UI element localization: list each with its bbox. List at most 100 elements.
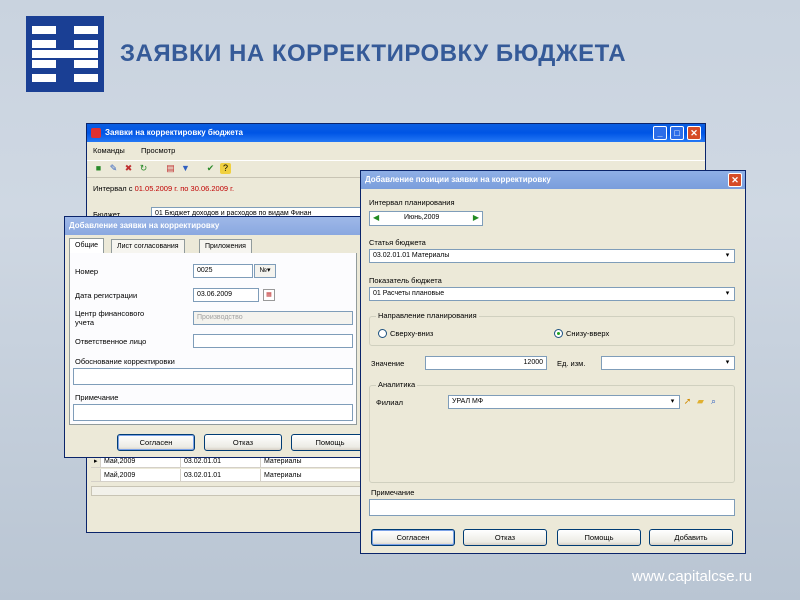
add-position-title: Добавление позиции заявки на корректиров… bbox=[365, 175, 551, 184]
interval-planning-label: Интервал планирования bbox=[369, 198, 455, 207]
table-row[interactable]: Май,2009 03.02.01.01 Материалы bbox=[91, 469, 381, 482]
position-help-button[interactable]: Помощь bbox=[557, 529, 641, 546]
justification-field[interactable] bbox=[73, 368, 353, 385]
fin-center-label: Центр финансового учета bbox=[75, 309, 145, 327]
prev-period-icon[interactable]: ◀ bbox=[373, 213, 379, 222]
folder-icon[interactable]: ▰ bbox=[695, 396, 706, 407]
reg-date-field[interactable]: 03.06.2009 bbox=[193, 288, 259, 302]
filter-icon[interactable]: ▼ bbox=[180, 163, 191, 174]
radio-top-down-label: Сверху-вниз bbox=[390, 329, 434, 338]
request-cancel-button[interactable]: Отказ bbox=[204, 434, 282, 451]
position-ok-button[interactable]: Согласен bbox=[371, 529, 455, 546]
indicator-label: Показатель бюджета bbox=[369, 276, 442, 285]
interval-line: Интервал с 01.05.2009 г. по 30.06.2009 г… bbox=[93, 184, 234, 193]
request-note-label: Примечание bbox=[75, 393, 119, 402]
row-period: Май,2009 bbox=[101, 469, 181, 482]
tab-strip: Общие Лист согласования Приложения bbox=[69, 238, 357, 254]
add-request-titlebar[interactable]: Добавление заявки на корректировку bbox=[65, 217, 361, 235]
slide-title: ЗАЯВКИ НА КОРРЕКТИРОВКУ БЮДЖЕТА bbox=[120, 40, 627, 67]
search-icon[interactable]: ⌕ bbox=[708, 396, 719, 407]
next-period-icon[interactable]: ▶ bbox=[473, 213, 479, 222]
minimize-icon[interactable]: _ bbox=[653, 126, 667, 140]
menu-view[interactable]: Просмотр bbox=[141, 146, 175, 155]
request-note-field[interactable] bbox=[73, 404, 353, 421]
branch-select[interactable]: УРАЛ МФ ▾ bbox=[448, 395, 680, 409]
row-code: 03.02.01.01 bbox=[181, 469, 261, 482]
company-logo bbox=[26, 16, 104, 92]
fin-center-field[interactable]: Производство bbox=[193, 311, 353, 325]
radio-bottom-up[interactable] bbox=[554, 329, 563, 338]
chevron-down-icon[interactable]: ▾ bbox=[666, 396, 679, 408]
help-icon[interactable]: ? bbox=[220, 163, 231, 174]
approve-icon[interactable]: ✔ bbox=[205, 163, 216, 174]
add-position-titlebar[interactable]: Добавление позиции заявки на корректиров… bbox=[361, 171, 745, 189]
direction-label: Направление планирования bbox=[376, 311, 479, 320]
interval-prefix: Интервал с bbox=[93, 184, 135, 193]
number-value: 0025 bbox=[197, 267, 213, 274]
chevron-down-icon[interactable]: ▾ bbox=[721, 250, 734, 262]
number-field[interactable]: 0025 bbox=[193, 264, 253, 278]
select-branch-icon[interactable]: ➚ bbox=[682, 396, 693, 407]
indicator-select[interactable]: 01 Расчеты плановые ▾ bbox=[369, 287, 735, 301]
radio-bottom-up-label: Снизу-вверх bbox=[566, 329, 610, 338]
value-field[interactable]: 12000 bbox=[425, 356, 547, 370]
number-badge: № bbox=[259, 267, 267, 274]
unit-label: Ед. изм. bbox=[557, 359, 586, 368]
delete-icon[interactable]: ✖ bbox=[123, 163, 134, 174]
period-navigator: ◀ Июнь,2009 ▶ bbox=[369, 211, 483, 226]
close-icon[interactable]: ✕ bbox=[687, 126, 701, 140]
indicator-value: 01 Расчеты плановые bbox=[373, 290, 445, 297]
main-window-title: Заявки на корректировку бюджета bbox=[105, 128, 243, 137]
add-request-title: Добавление заявки на корректировку bbox=[69, 221, 220, 230]
add-request-dialog: Добавление заявки на корректировку Общие… bbox=[64, 216, 369, 458]
add-icon[interactable]: ■ bbox=[93, 163, 104, 174]
budget-item-select[interactable]: 03.02.01.01 Материалы ▾ bbox=[369, 249, 735, 263]
add-position-dialog: Добавление позиции заявки на корректиров… bbox=[360, 170, 746, 554]
request-help-button[interactable]: Помощь bbox=[291, 434, 369, 451]
reg-date-label: Дата регистрации bbox=[75, 291, 138, 300]
maximize-icon[interactable]: □ bbox=[670, 126, 684, 140]
horizontal-scrollbar[interactable] bbox=[91, 486, 381, 496]
position-cancel-button[interactable]: Отказ bbox=[463, 529, 547, 546]
calendar-icon[interactable]: ▦ bbox=[263, 289, 275, 301]
number-label: Номер bbox=[75, 267, 99, 276]
reg-date-value: 03.06.2009 bbox=[197, 291, 233, 298]
period-value: Июнь,2009 bbox=[404, 214, 440, 221]
justification-label: Обоснование корректировки bbox=[75, 357, 175, 366]
responsible-field[interactable] bbox=[193, 334, 353, 348]
main-window-titlebar[interactable]: Заявки на корректировку бюджета _ □ ✕ bbox=[87, 124, 705, 142]
position-add-button[interactable]: Добавить bbox=[649, 529, 733, 546]
menu-commands[interactable]: Команды bbox=[93, 146, 125, 155]
edit-icon[interactable]: ✎ bbox=[108, 163, 119, 174]
value-label: Значение bbox=[371, 359, 405, 368]
app-icon bbox=[91, 128, 101, 138]
print-icon[interactable]: ▤ bbox=[165, 163, 176, 174]
tab-general[interactable]: Общие bbox=[69, 238, 105, 253]
website-url[interactable]: www.capitalcse.ru bbox=[632, 568, 792, 585]
unit-select[interactable]: ▾ bbox=[601, 356, 735, 370]
menu-bar: Команды Просмотр bbox=[87, 143, 705, 157]
responsible-label: Ответственное лицо bbox=[75, 337, 147, 346]
row-marker bbox=[91, 469, 101, 482]
fin-center-value: Производство bbox=[197, 314, 243, 321]
tab-approval-sheet[interactable]: Лист согласования bbox=[111, 239, 185, 253]
chevron-down-icon[interactable]: ▾ bbox=[721, 288, 734, 300]
direction-group: Направление планирования Сверху-вниз Сни… bbox=[369, 311, 735, 346]
branch-label: Филиал bbox=[376, 398, 404, 407]
close-icon[interactable]: ✕ bbox=[728, 173, 742, 187]
budget-item-value: 03.02.01.01 Материалы bbox=[373, 252, 450, 259]
position-note-label: Примечание bbox=[371, 488, 415, 497]
branch-value: УРАЛ МФ bbox=[452, 398, 484, 405]
request-ok-button[interactable]: Согласен bbox=[117, 434, 195, 451]
tab-attachments[interactable]: Приложения bbox=[199, 239, 252, 253]
interval-dates: 01.05.2009 г. по 30.06.2009 г. bbox=[134, 184, 235, 193]
radio-top-down[interactable] bbox=[378, 329, 387, 338]
number-generator-button[interactable]: №▾ bbox=[254, 264, 276, 278]
analytics-group: Аналитика Филиал УРАЛ МФ ▾ ➚ ▰ ⌕ bbox=[369, 380, 735, 483]
chevron-down-icon[interactable]: ▾ bbox=[721, 357, 734, 369]
value-value: 12000 bbox=[523, 359, 543, 366]
refresh-icon[interactable]: ↻ bbox=[138, 163, 149, 174]
budget-item-label: Статья бюджета bbox=[369, 238, 426, 247]
position-note-field[interactable] bbox=[369, 499, 735, 516]
analytics-label: Аналитика bbox=[376, 380, 418, 389]
